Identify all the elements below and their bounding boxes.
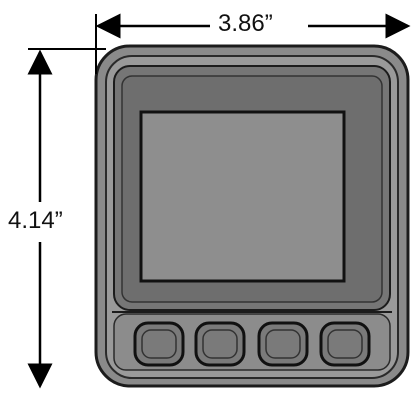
diagram-canvas <box>27 13 411 389</box>
control-button-1[interactable] <box>133 321 185 367</box>
width-dimension-label: 3.86” <box>214 10 277 38</box>
dashcam-dimension-diagram: 3.86” 4.14” <box>0 0 412 390</box>
control-button-4[interactable] <box>319 321 371 367</box>
control-button-2[interactable] <box>194 321 246 367</box>
control-button-3[interactable] <box>257 321 309 367</box>
height-dimension-label: 4.14” <box>4 207 67 235</box>
display-screen <box>139 110 346 283</box>
device-body <box>94 44 410 388</box>
